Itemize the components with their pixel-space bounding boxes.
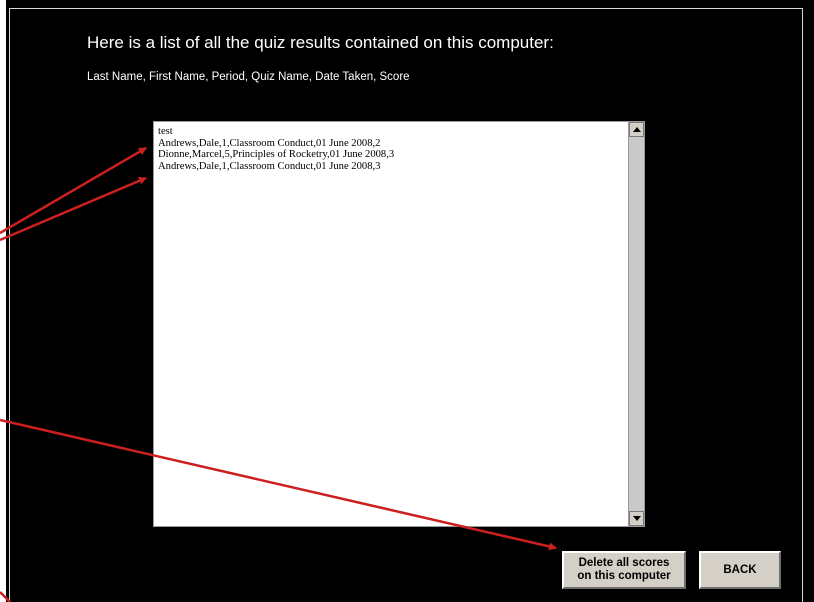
page-title: Here is a list of all the quiz results c… [87, 33, 554, 52]
columns-caption: Last Name, First Name, Period, Quiz Name… [87, 71, 410, 83]
delete-button-label-line2: on this computer [577, 570, 671, 582]
scroll-up-button[interactable] [629, 122, 644, 137]
results-text: test Andrews,Dale,1,Classroom Conduct,01… [158, 126, 394, 172]
results-textarea[interactable]: test Andrews,Dale,1,Classroom Conduct,01… [153, 121, 645, 527]
arrow-up-icon [632, 127, 641, 132]
back-button[interactable]: BACK [699, 551, 781, 589]
results-line: Dionne,Marcel,5,Principles of Rocketry,0… [158, 149, 395, 161]
delete-all-scores-button[interactable]: Delete all scores on this computer [562, 551, 686, 589]
results-line: Andrews,Dale,1,Classroom Conduct,01 June… [158, 137, 381, 149]
scroll-down-button[interactable] [629, 511, 644, 526]
vertical-scrollbar[interactable] [628, 122, 644, 526]
results-line: test [158, 126, 173, 137]
results-line: Andrews,Dale,1,Classroom Conduct,01 June… [158, 160, 381, 172]
arrow-down-icon [632, 516, 641, 521]
delete-button-label-line1: Delete all scores [578, 557, 670, 569]
